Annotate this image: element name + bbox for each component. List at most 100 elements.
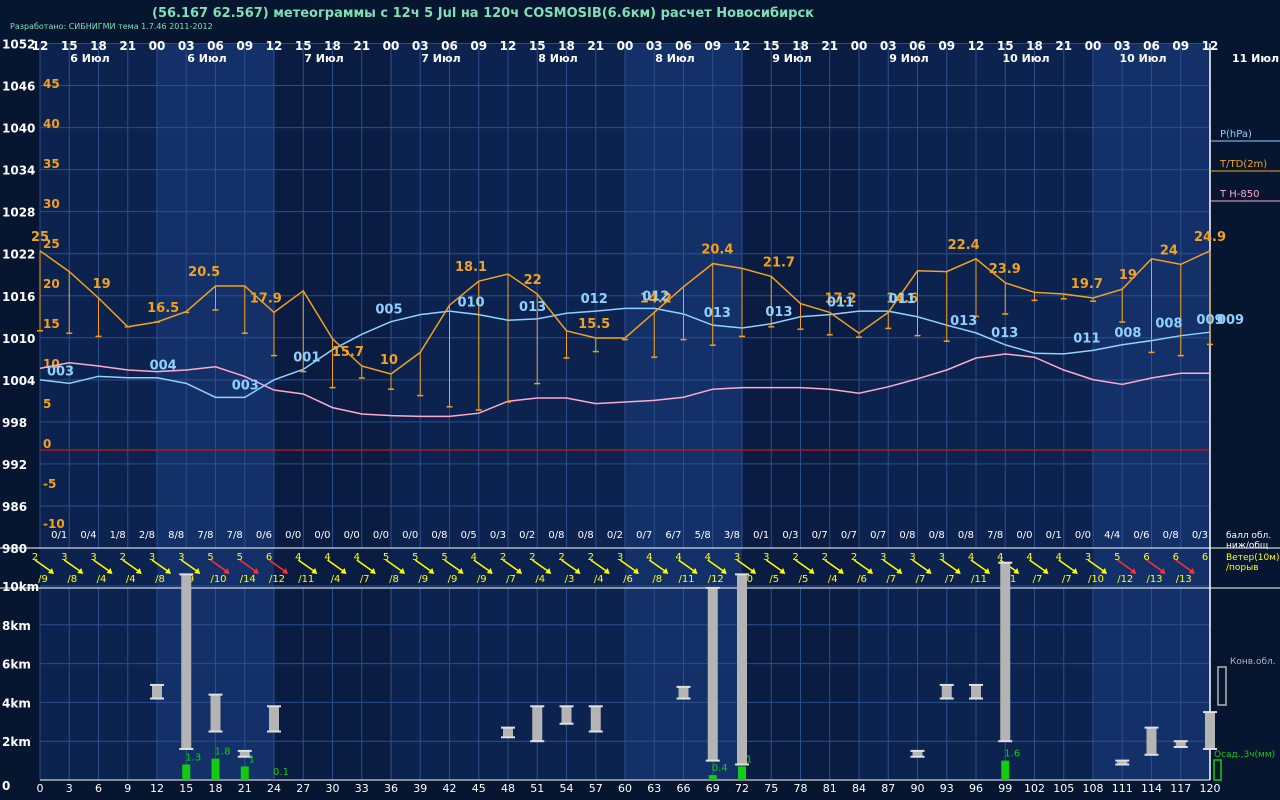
pressure-tick-0: 1052 xyxy=(2,38,35,52)
wind-speed-1: 3 xyxy=(61,552,67,563)
precip-label-6: 1.6 xyxy=(1004,749,1020,760)
wind-speed-34: 4 xyxy=(1026,552,1032,563)
height-tick-5: 0 xyxy=(2,779,10,793)
wind-gust-15: /9 xyxy=(477,574,487,585)
hour-label-top-20: 00 xyxy=(617,39,634,53)
wind-gust-23: /12 xyxy=(708,574,724,585)
date-label-10: 11 Июл xyxy=(1232,52,1279,65)
hour-label-bottom-1: 3 xyxy=(66,782,73,795)
precip-bar-4 xyxy=(708,775,717,780)
convective-cloud-bar-19 xyxy=(1205,712,1215,749)
date-label-1: 6 Июл xyxy=(187,52,226,65)
convective-cloud-bar-6 xyxy=(532,706,543,742)
date-label-6: 9 Июл xyxy=(772,52,811,65)
pressure-data-label-12: 011 xyxy=(889,292,916,307)
hour-label-bottom-23: 69 xyxy=(706,782,720,795)
cloud-fraction-34: 0/1 xyxy=(1046,530,1062,541)
convective-cloud-bar-0 xyxy=(152,684,162,699)
wind-speed-15: 4 xyxy=(471,552,477,563)
date-label-9: 10 Июл xyxy=(1119,52,1166,65)
wind-gust-30: /7 xyxy=(916,574,926,585)
hour-label-bottom-4: 12 xyxy=(150,782,164,795)
hour-label-bottom-0: 0 xyxy=(37,782,44,795)
wind-speed-11: 4 xyxy=(354,552,360,563)
precip-bar-0 xyxy=(182,764,191,780)
hour-label-bottom-17: 51 xyxy=(530,782,544,795)
hour-label-bottom-25: 75 xyxy=(764,782,778,795)
pressure-tick-7: 1010 xyxy=(2,332,35,346)
legend-precip-swatch xyxy=(1213,759,1222,781)
convective-cloud-bar-8 xyxy=(590,706,601,732)
wind-speed-29: 3 xyxy=(880,552,886,563)
height-tick-0: 10km xyxy=(2,580,39,594)
wind-gust-18: /3 xyxy=(565,574,575,585)
hour-label-top-35: 21 xyxy=(1055,39,1072,53)
cloud-fraction-5: 7/8 xyxy=(197,530,213,541)
pressure-data-label-4: 005 xyxy=(375,303,402,318)
legend-precip: Осад.,3ч(мм) xyxy=(1214,750,1275,760)
wind-gust-37: /12 xyxy=(1117,574,1133,585)
wind-gust-32: /11 xyxy=(971,574,987,585)
cloud-fraction-26: 0/7 xyxy=(812,530,828,541)
convective-cloud-bar-4 xyxy=(269,706,279,732)
pressure-tick-2: 1040 xyxy=(2,122,35,136)
temp-data-label-12: 21.7 xyxy=(763,255,795,270)
pressure-data-label-16: 008 xyxy=(1114,326,1141,341)
temp-data-label-2: 16.5 xyxy=(147,301,179,316)
hour-label-bottom-15: 45 xyxy=(472,782,486,795)
hour-label-top-24: 12 xyxy=(734,39,751,53)
cloud-fraction-1: 0/4 xyxy=(80,530,96,541)
hour-label-top-12: 00 xyxy=(383,39,400,53)
wind-speed-7: 5 xyxy=(237,552,243,563)
wind-gust-34: /7 xyxy=(1033,574,1043,585)
wind-gust-3: /4 xyxy=(126,574,136,585)
wind-gust-12: /8 xyxy=(389,574,399,585)
hour-label-bottom-31: 93 xyxy=(940,782,954,795)
pressure-data-label-15: 011 xyxy=(1073,331,1100,346)
hour-label-bottom-6: 18 xyxy=(209,782,223,795)
date-label-4: 8 Июл xyxy=(538,52,577,65)
hour-label-bottom-8: 24 xyxy=(267,782,281,795)
cloud-fraction-14: 0/5 xyxy=(461,530,477,541)
wind-speed-25: 3 xyxy=(763,552,769,563)
wind-speed-2: 3 xyxy=(90,552,96,563)
pressure-data-label-13: 013 xyxy=(950,314,977,329)
height-tick-4: 2km xyxy=(2,735,31,749)
date-label-8: 10 Июл xyxy=(1002,52,1049,65)
wind-gust-38: /13 xyxy=(1146,574,1162,585)
hour-label-bottom-30: 90 xyxy=(911,782,925,795)
wind-speed-24: 3 xyxy=(734,552,740,563)
meteogram-chart: 12 15 18 21 00 03 06 09 12 15 18 21 00 03 06 09 12 15 18 21… xyxy=(0,38,1280,795)
cloud-fraction-8: 0/0 xyxy=(285,530,301,541)
hour-label-bottom-36: 108 xyxy=(1083,782,1104,795)
date-label-0: 6 Июл xyxy=(70,52,109,65)
wind-speed-6: 5 xyxy=(207,552,213,563)
legend-wind-line1: Ветер(10м) xyxy=(1226,553,1279,563)
hour-label-bottom-32: 96 xyxy=(969,782,983,795)
legend-wind-line2: /порыв xyxy=(1226,563,1259,573)
temp-data-label-15: 22.4 xyxy=(948,238,980,253)
hour-label-top-31: 09 xyxy=(938,39,955,53)
hour-label-bottom-33: 99 xyxy=(998,782,1012,795)
cloud-fraction-38: 0/8 xyxy=(1163,530,1179,541)
wind-speed-19: 2 xyxy=(588,552,594,563)
wind-speed-38: 6 xyxy=(1143,552,1149,563)
wind-speed-14: 5 xyxy=(441,552,447,563)
cloud-fraction-35: 0/0 xyxy=(1075,530,1091,541)
hour-label-top-34: 18 xyxy=(1026,39,1043,53)
wind-speed-28: 2 xyxy=(851,552,857,563)
hour-label-bottom-18: 54 xyxy=(560,782,574,795)
pressure-tick-4: 1028 xyxy=(2,206,35,220)
temp-data-label-9: 15.5 xyxy=(578,317,610,332)
cloud-fraction-22: 5/8 xyxy=(695,530,711,541)
hour-label-bottom-34: 102 xyxy=(1024,782,1045,795)
hour-label-top-7: 09 xyxy=(236,39,253,53)
cloud-fraction-11: 0/0 xyxy=(373,530,389,541)
wind-gust-11: /7 xyxy=(360,574,370,585)
hour-label-bottom-24: 72 xyxy=(735,782,749,795)
cloud-fraction-7: 0/6 xyxy=(256,530,272,541)
hour-label-bottom-35: 105 xyxy=(1053,782,1074,795)
hour-label-top-8: 12 xyxy=(266,39,283,53)
temp-tick-2: 35 xyxy=(43,157,60,171)
wind-gust-1: /8 xyxy=(67,574,77,585)
